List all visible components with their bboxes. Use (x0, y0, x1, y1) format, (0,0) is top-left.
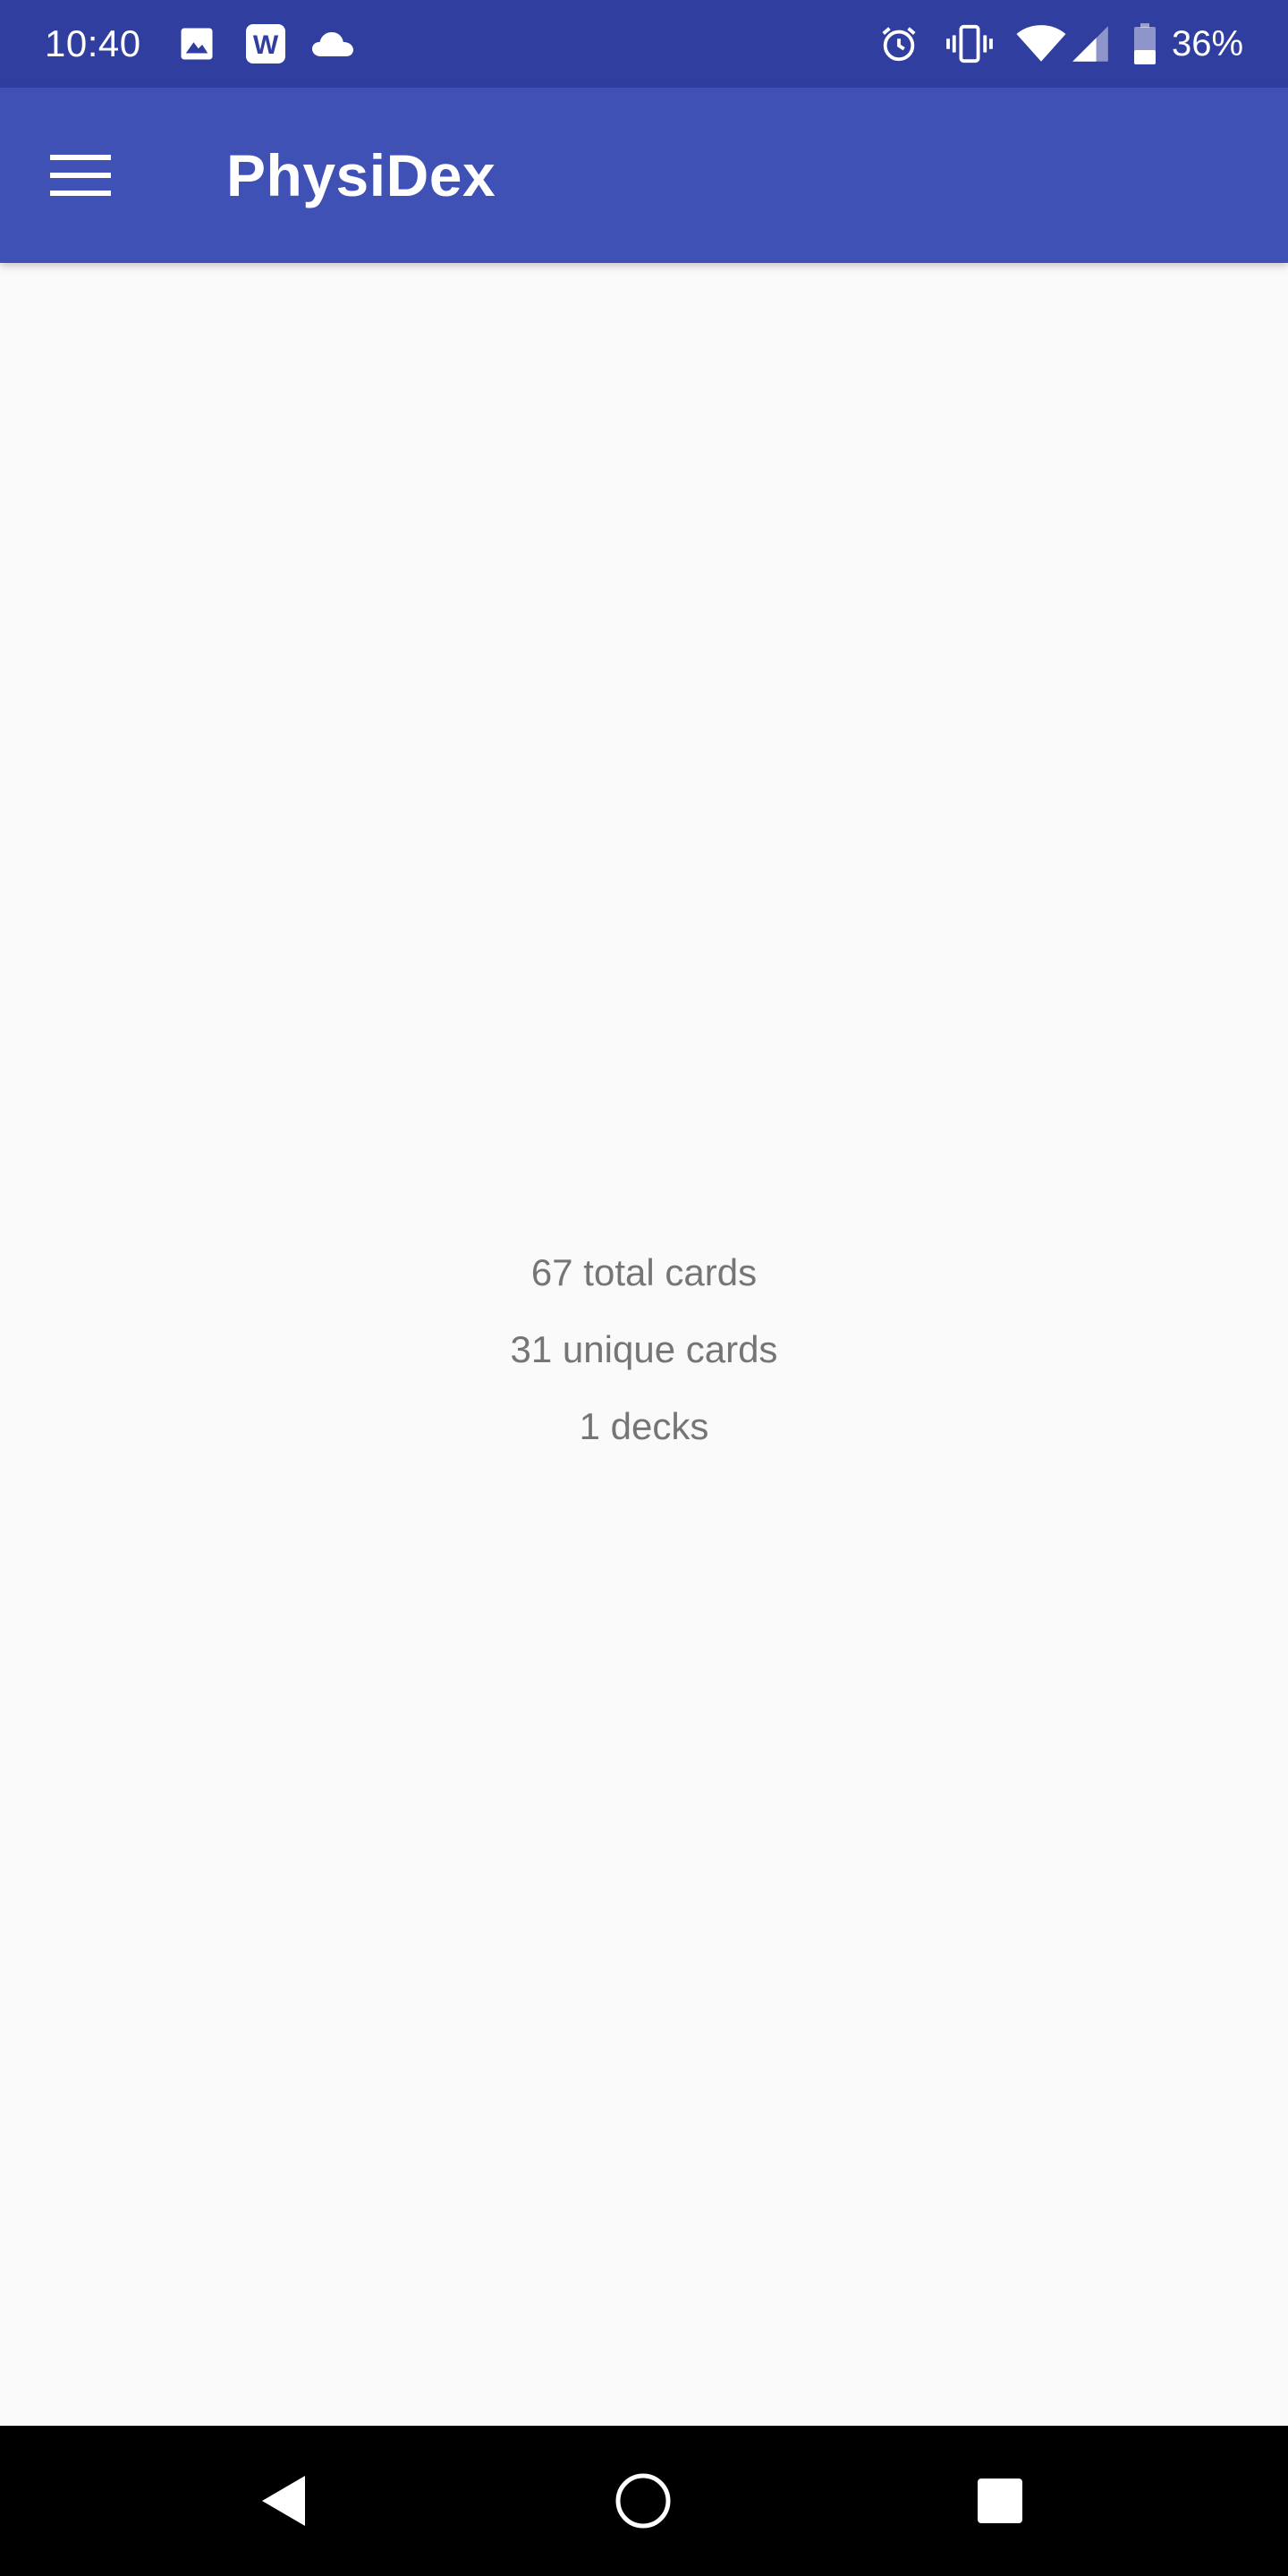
total-cards-text: 67 total cards (530, 1251, 758, 1293)
decks-count-text: 1 decks (579, 1405, 709, 1447)
vibrate-icon (943, 0, 996, 88)
battery-icon (1129, 0, 1161, 88)
menu-button[interactable] (36, 131, 125, 220)
back-icon (262, 2476, 305, 2526)
app-bar: PhysiDex (0, 88, 1288, 263)
back-button[interactable] (230, 2447, 337, 2555)
cloud-icon (309, 0, 358, 88)
status-bar: 10:40 W 36% (0, 0, 1288, 88)
battery-percent: 36% (1172, 24, 1244, 64)
hamburger-menu-icon (50, 155, 111, 196)
recents-icon (978, 2479, 1022, 2523)
image-icon (175, 0, 218, 88)
home-button[interactable] (589, 2447, 697, 2555)
alarm-icon (877, 0, 921, 88)
wifi-icon (1014, 0, 1068, 88)
recents-button[interactable] (946, 2447, 1054, 2555)
collection-stats: 67 total cards 31 unique cards 1 decks (0, 1234, 1288, 1465)
home-icon (615, 2473, 671, 2529)
signal-icon (1070, 0, 1111, 88)
unique-cards-text: 31 unique cards (510, 1328, 778, 1370)
word-icon: W (243, 0, 288, 88)
status-time: 10:40 (45, 22, 141, 64)
word-icon-letter: W (253, 30, 279, 60)
navigation-bar (0, 2426, 1288, 2576)
app-title: PhysiDex (226, 142, 496, 208)
